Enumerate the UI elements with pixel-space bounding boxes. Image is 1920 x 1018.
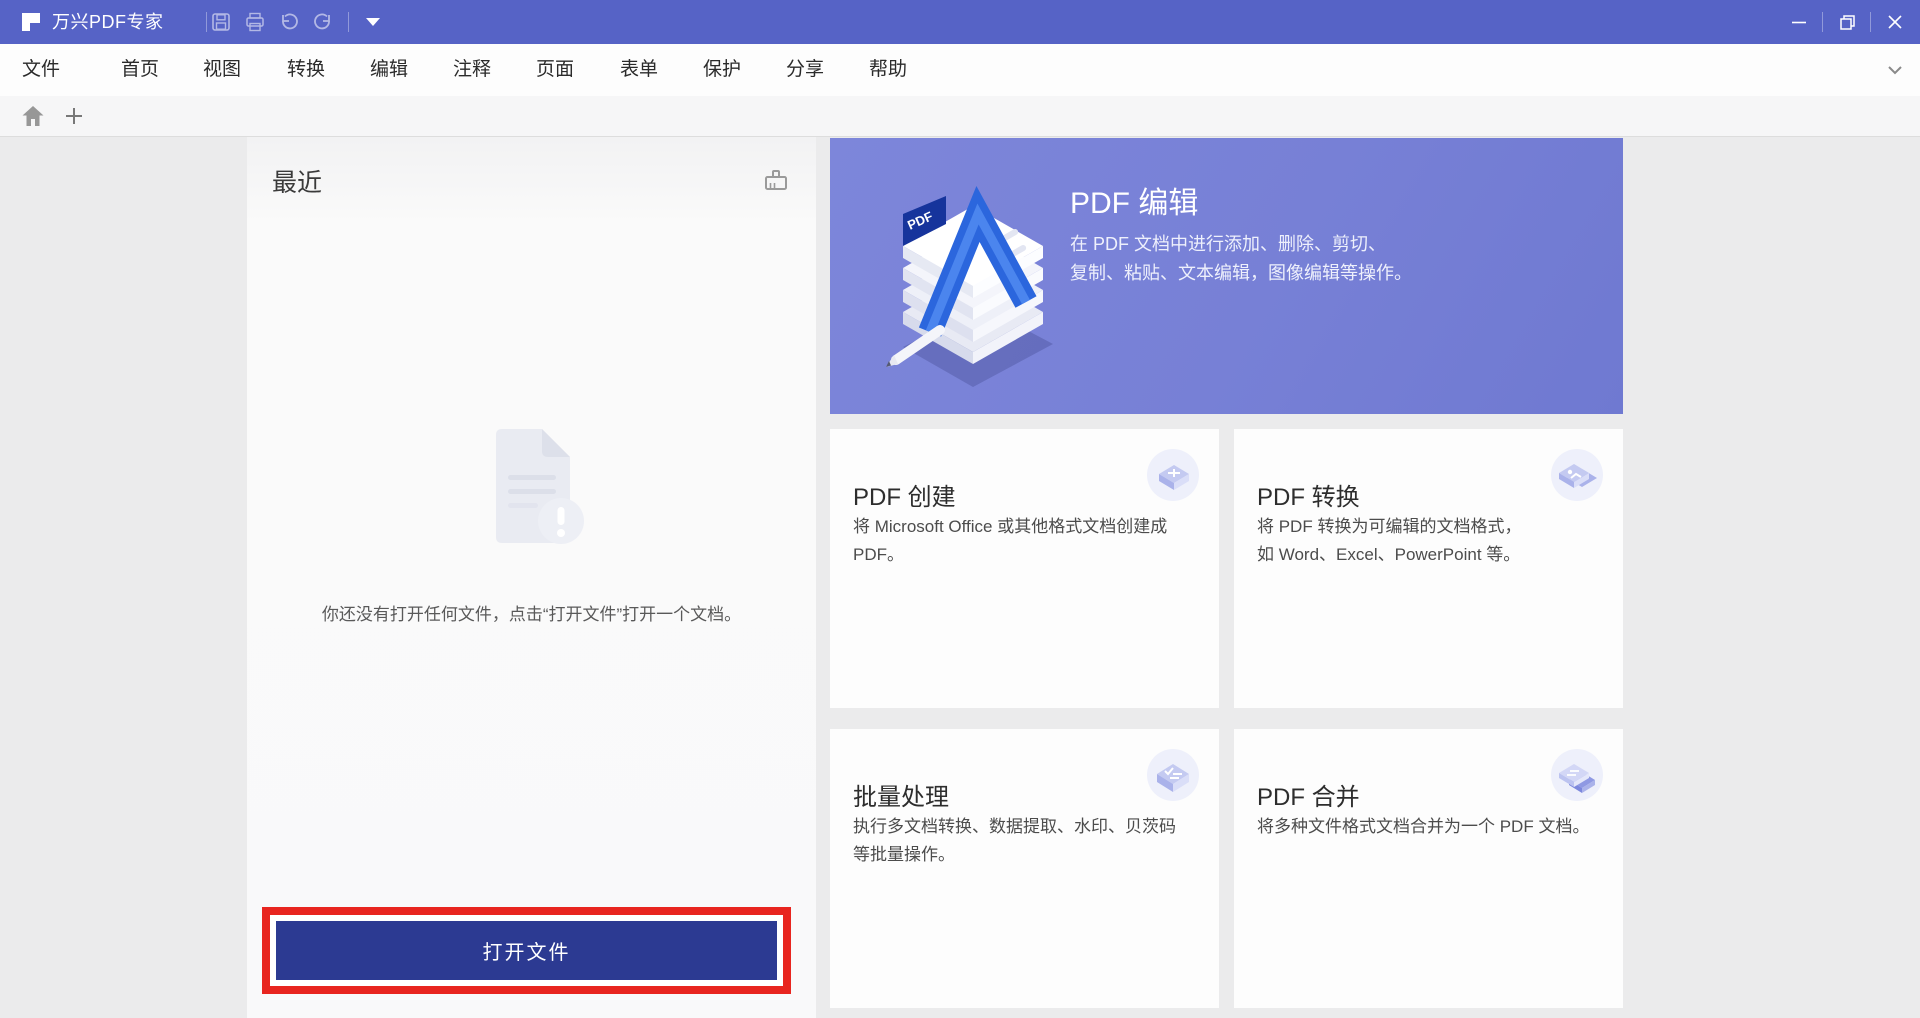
titlebar-separator xyxy=(348,12,349,32)
app-title: 万兴PDF专家 xyxy=(52,0,164,44)
card-title: PDF 转换 xyxy=(1257,477,1360,512)
undo-button[interactable] xyxy=(272,0,306,44)
home-tab[interactable] xyxy=(20,103,46,129)
card-description: 将 Microsoft Office 或其他格式文档创建成 PDF。 xyxy=(853,513,1201,569)
pdf-merge-card[interactable]: PDF 合并 将多种文件格式文档合并为一个 PDF 文档。 xyxy=(1234,729,1623,1008)
undo-icon xyxy=(278,11,300,33)
card-description-line: 将 PDF 转换为可编辑的文档格式， xyxy=(1257,513,1605,541)
batch-process-icon xyxy=(1145,747,1201,803)
card-description: 在 PDF 文档中进行添加、删除、剪切、 复制、粘贴、文本编辑，图像编辑等操作。 xyxy=(1070,230,1412,288)
card-description-line: 执行多文档转换、数据提取、水印、贝茨码 xyxy=(853,813,1201,841)
card-title: PDF 创建 xyxy=(853,477,956,512)
card-description-line: 将多种文件格式文档合并为一个 PDF 文档。 xyxy=(1257,813,1605,841)
print-button[interactable] xyxy=(238,0,272,44)
menu-share[interactable]: 分享 xyxy=(786,44,824,96)
open-file-button[interactable]: 打开文件 xyxy=(276,921,777,980)
save-icon xyxy=(210,11,232,33)
menu-view[interactable]: 视图 xyxy=(203,44,241,96)
menu-edit[interactable]: 编辑 xyxy=(370,44,408,96)
card-title: PDF 编辑 xyxy=(1070,178,1198,222)
card-description-line: 将 Microsoft Office 或其他格式文档创建成 xyxy=(853,513,1201,541)
menu-comment[interactable]: 注释 xyxy=(453,44,491,96)
card-description-line: 在 PDF 文档中进行添加、删除、剪切、 xyxy=(1070,230,1412,259)
menu-convert[interactable]: 转换 xyxy=(287,44,325,96)
minimize-button[interactable] xyxy=(1776,0,1822,44)
batch-process-card[interactable]: 批量处理 执行多文档转换、数据提取、水印、贝茨码 等批量操作。 xyxy=(830,729,1219,1008)
redo-icon xyxy=(312,11,334,33)
recent-title: 最近 xyxy=(272,163,322,199)
menu-page[interactable]: 页面 xyxy=(536,44,574,96)
menu-file[interactable]: 文件 xyxy=(22,44,60,96)
tabbar xyxy=(0,96,1920,137)
annotation-highlight-box: 打开文件 xyxy=(262,907,791,994)
pdf-convert-card[interactable]: PDF 转换 将 PDF 转换为可编辑的文档格式， 如 Word、Excel、P… xyxy=(1234,429,1623,708)
menu-form[interactable]: 表单 xyxy=(620,44,658,96)
menu-home[interactable]: 首页 xyxy=(121,44,159,96)
new-tab-button[interactable] xyxy=(62,104,86,128)
pdf-create-icon xyxy=(1145,447,1201,503)
close-button[interactable] xyxy=(1872,0,1918,44)
card-description-line: PDF。 xyxy=(853,541,1201,569)
pdf-edit-illustration-icon: PDF xyxy=(858,152,1083,392)
quick-access-dropdown-button[interactable] xyxy=(356,0,390,44)
save-button[interactable] xyxy=(204,0,238,44)
close-icon xyxy=(1887,14,1903,30)
home-content: 最近 你还没有打开任何文件，点击“打开文件”打开一个文档。 打开文件 xyxy=(0,137,1920,1018)
empty-state-message: 你还没有打开任何文件，点击“打开文件”打开一个文档。 xyxy=(247,600,816,625)
pdf-convert-icon xyxy=(1549,447,1605,503)
card-description: 将多种文件格式文档合并为一个 PDF 文档。 xyxy=(1257,813,1605,841)
card-title: PDF 合并 xyxy=(1257,777,1360,812)
titlebar: 万兴PDF专家 xyxy=(0,0,1920,44)
titlebar-separator xyxy=(1870,12,1871,32)
menu-protect[interactable]: 保护 xyxy=(703,44,741,96)
clear-recent-icon[interactable] xyxy=(762,167,790,195)
collapse-ribbon-chevron-icon[interactable] xyxy=(1884,60,1906,80)
caret-down-icon xyxy=(366,18,380,26)
card-description: 执行多文档转换、数据提取、水印、贝茨码 等批量操作。 xyxy=(853,813,1201,869)
pdf-merge-icon xyxy=(1549,747,1605,803)
restore-icon xyxy=(1839,14,1856,31)
menu-help[interactable]: 帮助 xyxy=(869,44,907,96)
menubar: 文件 首页 视图 转换 编辑 注释 页面 表单 保护 分享 帮助 xyxy=(0,44,1920,96)
card-description: 将 PDF 转换为可编辑的文档格式， 如 Word、Excel、PowerPoi… xyxy=(1257,513,1605,569)
minimize-icon xyxy=(1791,14,1807,30)
titlebar-separator xyxy=(1822,12,1823,32)
card-title: 批量处理 xyxy=(853,777,949,812)
recent-panel: 最近 你还没有打开任何文件，点击“打开文件”打开一个文档。 打开文件 xyxy=(247,137,816,1018)
pdf-edit-card[interactable]: PDF PDF 编辑 在 PDF 文档中进行添加、删除、剪切、 复制、粘贴、文本… xyxy=(830,138,1623,414)
redo-button[interactable] xyxy=(306,0,340,44)
print-icon xyxy=(244,11,266,33)
card-description-line: 等批量操作。 xyxy=(853,841,1201,869)
card-description-line: 如 Word、Excel、PowerPoint 等。 xyxy=(1257,541,1605,569)
empty-document-icon xyxy=(466,423,598,555)
restore-button[interactable] xyxy=(1824,0,1870,44)
pdf-create-card[interactable]: PDF 创建 将 Microsoft Office 或其他格式文档创建成 PDF… xyxy=(830,429,1219,708)
app-logo-icon xyxy=(20,11,42,33)
card-description-line: 复制、粘贴、文本编辑，图像编辑等操作。 xyxy=(1070,259,1412,288)
